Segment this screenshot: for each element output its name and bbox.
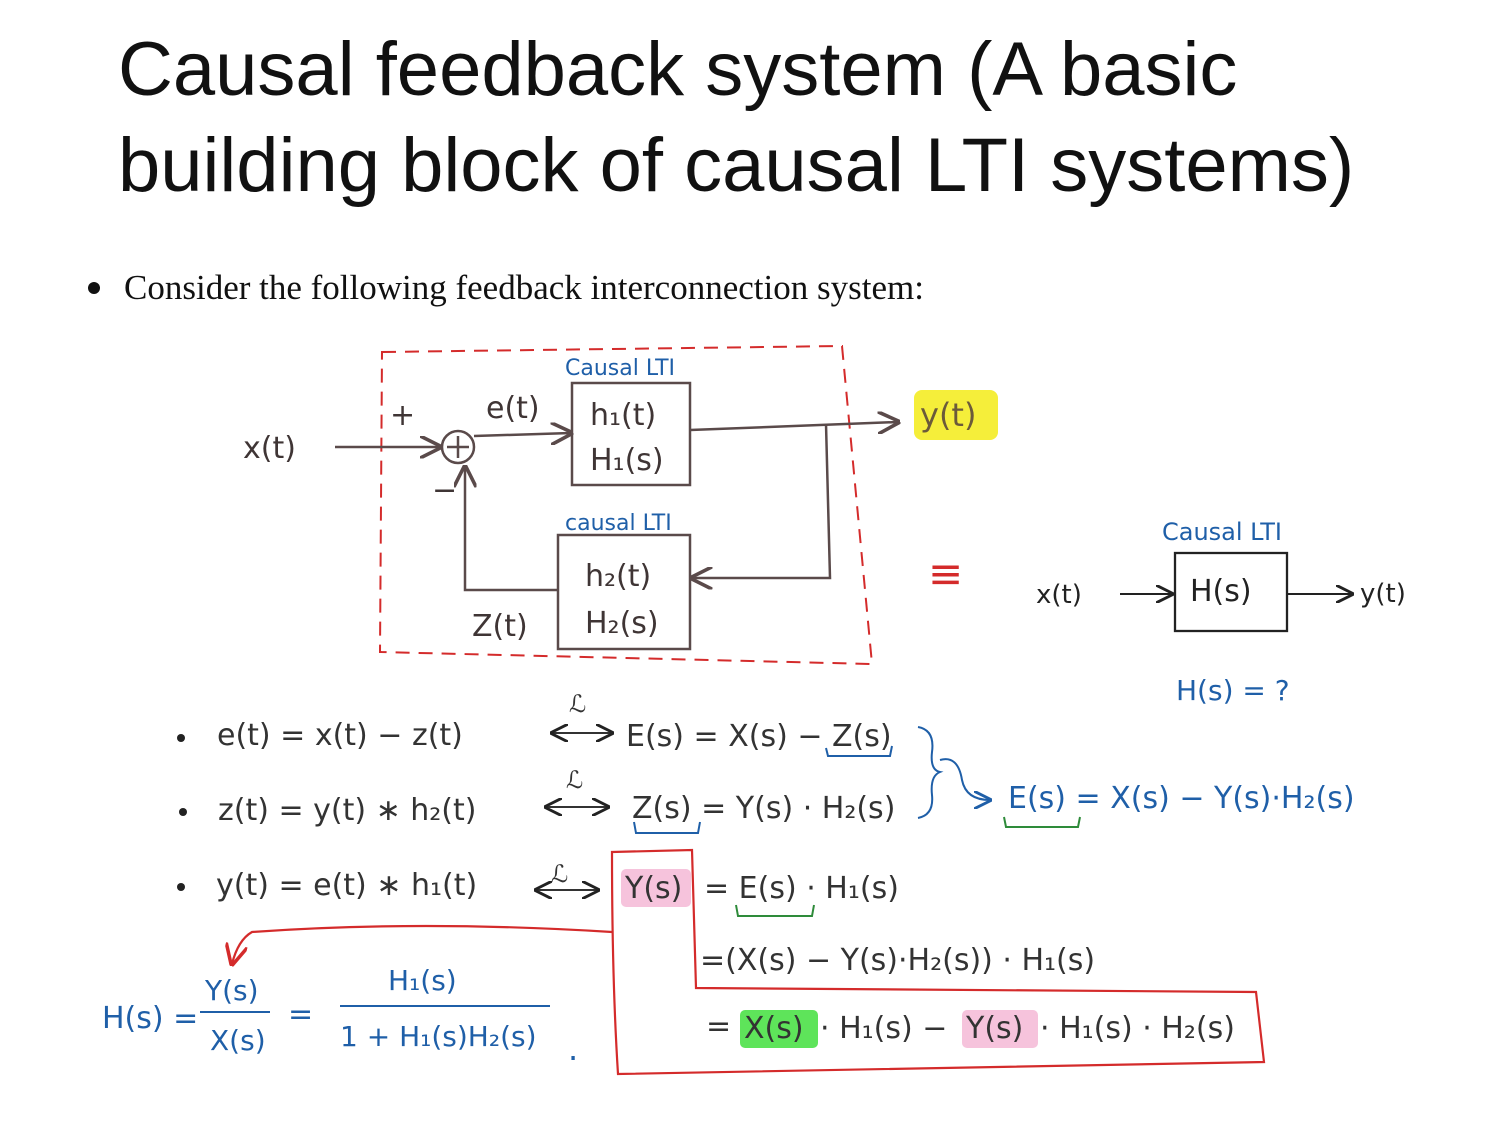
result-denominator-2: 1 + H₁(s)H₂(s) — [340, 1020, 537, 1053]
feedback-path — [692, 423, 832, 578]
result-equals: = — [288, 997, 313, 1032]
eq1-time: e(t) = x(t) − z(t) — [217, 718, 463, 753]
error-label: e(t) — [486, 391, 540, 426]
result-period: . — [568, 1030, 578, 1068]
equivalent-output-label: y(t) — [1360, 579, 1406, 609]
e-underline — [1003, 816, 1081, 828]
summing-plus-icon — [447, 436, 469, 458]
derivation-step-2: =(X(s) − Y(s)·H₂(s)) · H₁(s) — [700, 943, 1095, 978]
equivalent-block-label: Causal LTI — [1162, 518, 1282, 546]
h2-freq-label: H₂(s) — [585, 606, 659, 641]
feedback-return-path — [465, 467, 558, 592]
transform-symbol: ℒ — [566, 766, 583, 794]
eq2-freq: Z(s) = Y(s) · H₂(s) — [632, 791, 895, 826]
output-arrow — [689, 422, 898, 430]
result-numerator-1: Y(s) — [204, 974, 259, 1007]
transform-symbol: ℒ — [551, 860, 568, 888]
equation-bullet — [177, 734, 185, 742]
equation-bullet — [177, 883, 185, 891]
derivation-step-3-end: · H₁(s) · H₂(s) — [1040, 1011, 1235, 1046]
derivation-step-3-y: Y(s) — [965, 1011, 1023, 1046]
minus-sign: − — [432, 473, 457, 508]
output-label: y(t) — [920, 396, 976, 434]
transfer-question: H(s) = ? — [1176, 674, 1290, 707]
eq3-rhs: = E(s) · H₁(s) — [704, 871, 899, 906]
derivation-step-3-eq: = — [706, 1009, 731, 1044]
h1-freq-label: H₁(s) — [590, 443, 664, 478]
combine-brace — [917, 726, 944, 819]
input-label: x(t) — [243, 431, 296, 466]
feedback-diagram: Causal LTI causal LTI h₁(t) H₁(s) h₂(t) … — [102, 344, 1406, 1076]
plus-sign: + — [390, 398, 415, 433]
result-denominator-1: X(s) — [210, 1024, 266, 1057]
h1-time-label: h₁(t) — [590, 398, 656, 433]
derivation-step-3-mid: · H₁(s) − — [820, 1011, 947, 1046]
solve-arrow — [232, 924, 613, 964]
equivalence-symbol: ≡ — [928, 549, 963, 598]
h2-time-label: h₂(t) — [585, 559, 651, 594]
eq3-time: y(t) = e(t) ∗ h₁(t) — [216, 868, 477, 903]
eq1-freq: E(s) = X(s) − Z(s) — [626, 719, 892, 754]
combine-arrow — [939, 758, 990, 800]
equation-bullet — [179, 808, 187, 816]
eq3-lhs: Y(s) — [624, 871, 682, 906]
e-underline — [735, 904, 815, 917]
bottom-block-label: causal LTI — [565, 511, 672, 536]
derivation-step-3-x: X(s) — [744, 1011, 804, 1046]
result-numerator-2: H₁(s) — [388, 964, 457, 997]
result-lhs: H(s) = — [102, 1001, 198, 1036]
combined-equation: E(s) = X(s) − Y(s)·H₂(s) — [1008, 781, 1355, 816]
top-block-label: Causal LTI — [565, 356, 675, 381]
transform-symbol: ℒ — [569, 690, 586, 718]
eq2-time: z(t) = y(t) ∗ h₂(t) — [218, 793, 476, 828]
equivalent-block-text: H(s) — [1190, 574, 1252, 609]
feedback-label: Z(t) — [472, 609, 528, 644]
equivalent-input-label: x(t) — [1036, 580, 1082, 610]
error-arrow — [473, 433, 571, 436]
